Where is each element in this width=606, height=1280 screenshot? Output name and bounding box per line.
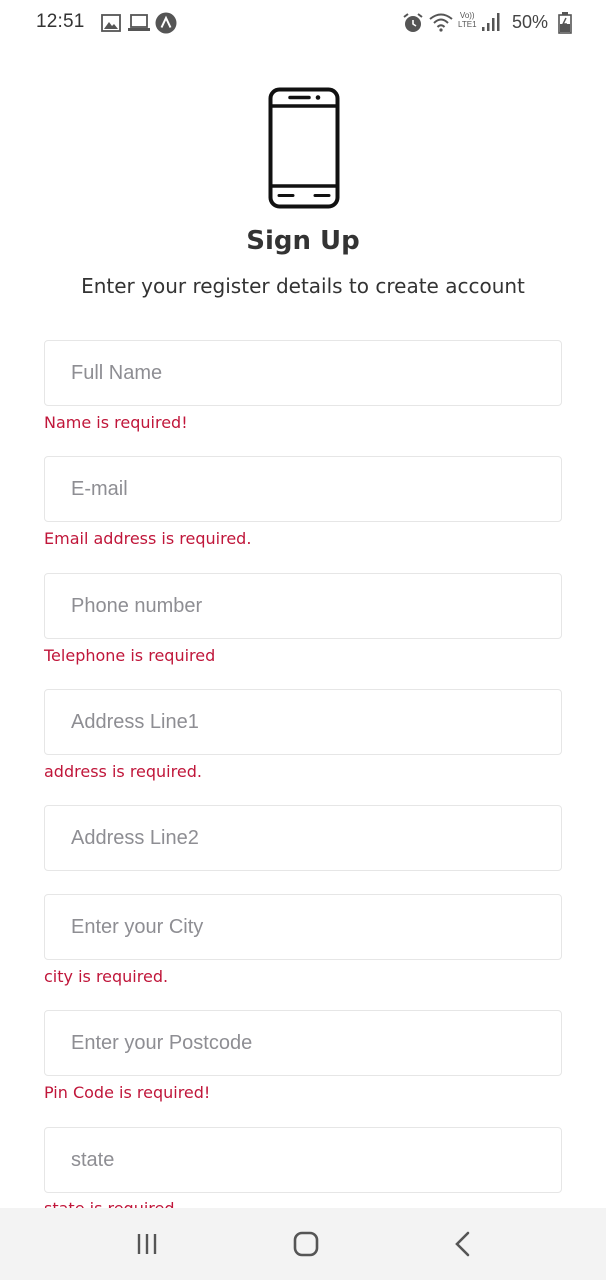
page-subtitle: Enter your register details to create ac…: [81, 274, 525, 298]
email-error: Email address is required.: [44, 529, 252, 548]
recent-apps-button[interactable]: [117, 1222, 177, 1266]
status-time: 12:51: [36, 11, 85, 32]
address-line1-input[interactable]: [45, 690, 561, 754]
full-name-field[interactable]: [44, 340, 562, 406]
postcode-input[interactable]: [45, 1011, 561, 1075]
home-icon: [293, 1231, 319, 1257]
phone-input[interactable]: [45, 574, 561, 638]
phone-error: Telephone is required: [44, 646, 216, 665]
system-nav-bar: [0, 1208, 606, 1280]
battery-icon: [558, 12, 572, 34]
address-line1-field[interactable]: [44, 689, 562, 755]
page-title: Sign Up: [246, 226, 360, 256]
address-line2-input[interactable]: [45, 806, 561, 870]
recent-apps-icon: [137, 1234, 157, 1254]
city-error: city is required.: [44, 967, 169, 986]
wifi-icon: [429, 13, 453, 32]
full-name-input[interactable]: [45, 341, 561, 405]
signup-screen: 12:51 Vo)) LTE1 50% Sign Up Enter your r…: [0, 0, 606, 1280]
email-input[interactable]: [45, 457, 561, 521]
app-a-icon: [155, 12, 177, 34]
gallery-icon: [101, 14, 121, 32]
home-button[interactable]: [276, 1222, 336, 1266]
signal-icon: [482, 13, 500, 31]
back-button[interactable]: [433, 1222, 493, 1266]
volte-label: Vo)): [459, 11, 475, 20]
status-bar: 12:51 Vo)) LTE1 50%: [0, 0, 606, 48]
alarm-icon: [403, 13, 423, 32]
state-field[interactable]: [44, 1127, 562, 1193]
state-input[interactable]: [45, 1128, 561, 1192]
address-line2-field[interactable]: [44, 805, 562, 871]
email-field[interactable]: [44, 456, 562, 522]
postcode-field[interactable]: [44, 1010, 562, 1076]
full-name-error: Name is required!: [44, 413, 188, 432]
city-input[interactable]: [45, 895, 561, 959]
battery-percent: 50%: [512, 12, 549, 32]
volte-indicator: Vo)) LTE1: [458, 11, 477, 29]
address-line1-error: address is required.: [44, 762, 202, 781]
smartphone-logo-icon: [268, 87, 340, 209]
laptop-icon: [128, 14, 150, 31]
lte-label: LTE1: [458, 20, 477, 29]
postcode-error: Pin Code is required!: [44, 1083, 211, 1102]
back-icon: [455, 1231, 470, 1257]
phone-field[interactable]: [44, 573, 562, 639]
city-field[interactable]: [44, 894, 562, 960]
